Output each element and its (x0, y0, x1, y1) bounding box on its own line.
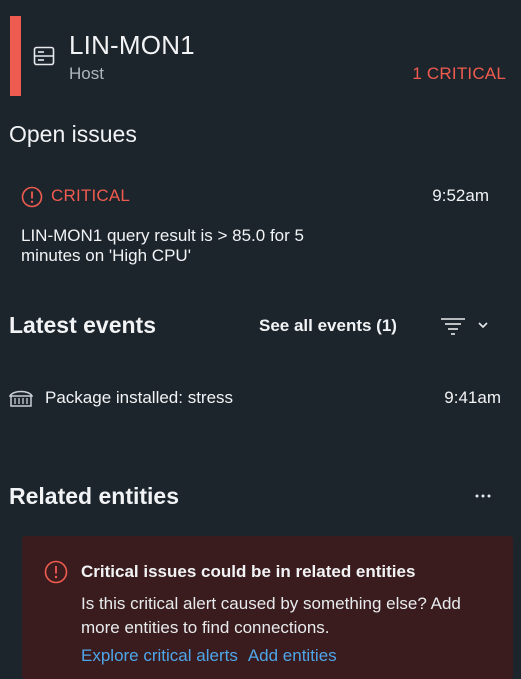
critical-alert-icon (44, 560, 68, 584)
host-server-icon (33, 45, 55, 67)
issue-status: CRITICAL (51, 186, 131, 205)
open-issues-heading: Open issues (9, 121, 137, 147)
package-icon (9, 388, 33, 408)
ellipsis-icon (475, 494, 491, 498)
event-filter-button[interactable] (440, 314, 492, 338)
alert-title: Critical issues could be in related enti… (81, 562, 416, 581)
explore-critical-alerts-link[interactable]: Explore critical alerts (81, 646, 238, 665)
entity-panel: LIN-MON1 Host 1 CRITICAL Open issues CRI… (0, 0, 521, 679)
critical-count-badge[interactable]: 1 CRITICAL (412, 64, 506, 84)
event-time: 9:41am (444, 388, 501, 407)
chevron-down-icon (478, 322, 488, 329)
issue-time: 9:52am (432, 186, 489, 205)
alert-links: Explore critical alerts Add entities (81, 646, 337, 666)
related-critical-alert-box: Critical issues could be in related enti… (22, 536, 513, 679)
event-label[interactable]: Package installed: stress (45, 388, 233, 408)
more-options-button[interactable] (470, 484, 496, 508)
filter-icon (441, 318, 465, 335)
entity-type: Host (69, 64, 104, 83)
related-entities-heading: Related entities (9, 483, 179, 509)
see-all-events-link[interactable]: See all events (1) (259, 316, 397, 336)
latest-events-heading: Latest events (9, 312, 157, 338)
critical-accent-bar (10, 16, 21, 96)
critical-alert-icon (21, 186, 43, 208)
issue-description[interactable]: LIN-MON1 query result is > 85.0 for 5 mi… (21, 226, 361, 266)
entity-name: LIN-MON1 (69, 30, 195, 60)
alert-body: Is this critical alert caused by somethi… (81, 594, 461, 637)
add-entities-link[interactable]: Add entities (248, 646, 337, 665)
entity-header: LIN-MON1 Host 1 CRITICAL (0, 14, 521, 96)
